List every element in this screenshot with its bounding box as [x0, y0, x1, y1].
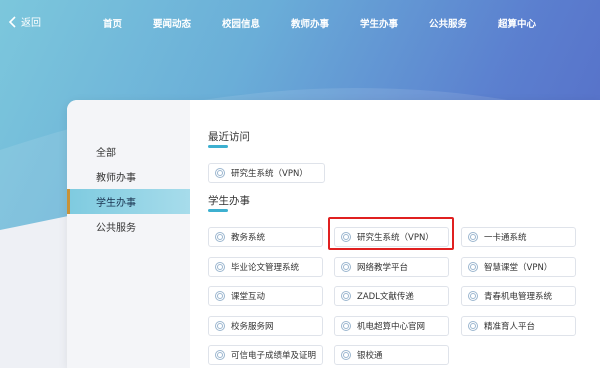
service-tile[interactable]: 校务服务网 — [208, 316, 323, 336]
service-label: 研究生系统（VPN） — [357, 233, 434, 243]
service-icon — [341, 262, 351, 272]
main-nav: 首页 要闻动态 校园信息 教师办事 学生办事 公共服务 超算中心 — [0, 16, 600, 30]
recent-title-underline — [208, 145, 228, 148]
service-tile[interactable]: 网络教学平台 — [334, 257, 449, 277]
service-label: 校务服务网 — [231, 322, 274, 332]
service-tile[interactable]: ZADL文献传递 — [334, 286, 449, 306]
services-panel: 最近访问 研究生系统（VPN） 学生办事 教务系统 研究生系统（VPN） 一卡通… — [208, 100, 600, 368]
nav-item-public-services[interactable]: 公共服务 — [429, 16, 467, 30]
service-icon — [468, 232, 478, 242]
service-label: 一卡通系统 — [484, 233, 527, 243]
service-tile[interactable]: 机电超算中心官网 — [334, 316, 449, 336]
service-label: 智慧课堂（VPN） — [484, 263, 553, 273]
nav-item-supercomputing[interactable]: 超算中心 — [498, 16, 536, 30]
service-label: 机电超算中心官网 — [357, 322, 426, 332]
nav-item-home[interactable]: 首页 — [103, 16, 122, 30]
nav-item-news[interactable]: 要闻动态 — [153, 16, 191, 30]
category-sidebar: 全部 教师办事 学生办事 公共服务 — [67, 100, 190, 368]
service-tile[interactable]: 精准育人平台 — [461, 316, 576, 336]
content-card: 全部 教师办事 学生办事 公共服务 最近访问 研究生系统（VPN） 学生办事 教… — [67, 100, 600, 368]
student-title-underline — [208, 209, 228, 212]
service-icon — [215, 262, 225, 272]
service-label: 网络教学平台 — [357, 263, 409, 273]
top-navigation-bar: 返回 首页 要闻动态 校园信息 教师办事 学生办事 公共服务 超算中心 — [0, 0, 600, 44]
service-icon — [215, 291, 225, 301]
service-label: 教务系统 — [231, 233, 266, 243]
service-label: 青春机电管理系统 — [484, 292, 553, 302]
service-tile[interactable]: 银校通 — [334, 345, 449, 365]
service-label: 课堂互动 — [231, 292, 266, 302]
service-tile[interactable]: 毕业论文管理系统 — [208, 257, 323, 277]
service-icon — [341, 321, 351, 331]
sidebar-item-student[interactable]: 学生办事 — [67, 189, 190, 214]
service-icon — [341, 350, 351, 360]
sidebar-item-public[interactable]: 公共服务 — [67, 214, 190, 239]
service-label: 可信电子成绩单及证明 — [231, 351, 317, 361]
service-label: 研究生系统（VPN） — [231, 169, 308, 179]
service-label: 精准育人平台 — [484, 322, 536, 332]
service-label: 银校通 — [357, 351, 383, 361]
sidebar-item-teacher[interactable]: 教师办事 — [67, 164, 190, 189]
service-icon — [341, 291, 351, 301]
service-icon — [215, 321, 225, 331]
service-icon — [215, 168, 225, 178]
student-section-title: 学生办事 — [208, 195, 250, 207]
service-label: ZADL文献传递 — [357, 292, 414, 302]
service-icon — [341, 232, 351, 242]
service-tile[interactable]: 青春机电管理系统 — [461, 286, 576, 306]
service-tile[interactable]: 智慧课堂（VPN） — [461, 257, 576, 277]
nav-item-student-services[interactable]: 学生办事 — [360, 16, 398, 30]
service-tile[interactable]: 课堂互动 — [208, 286, 323, 306]
service-icon — [468, 321, 478, 331]
service-label: 毕业论文管理系统 — [231, 263, 300, 273]
service-icon — [215, 232, 225, 242]
recent-section-title: 最近访问 — [208, 131, 250, 143]
service-tile[interactable]: 一卡通系统 — [461, 227, 576, 247]
service-icon — [468, 291, 478, 301]
sidebar-item-all[interactable]: 全部 — [67, 139, 190, 164]
service-tile[interactable]: 研究生系统（VPN） — [208, 163, 325, 183]
service-icon — [215, 350, 225, 360]
nav-item-teacher-services[interactable]: 教师办事 — [291, 16, 329, 30]
nav-item-campus-info[interactable]: 校园信息 — [222, 16, 260, 30]
service-tile[interactable]: 可信电子成绩单及证明 — [208, 345, 323, 365]
service-tile[interactable]: 教务系统 — [208, 227, 323, 247]
service-icon — [468, 262, 478, 272]
service-tile[interactable]: 研究生系统（VPN） — [334, 227, 449, 247]
